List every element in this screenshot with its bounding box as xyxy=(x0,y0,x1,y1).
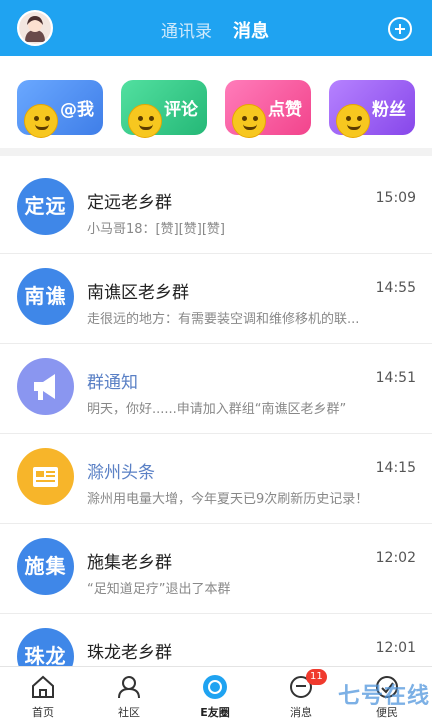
group-avatar: 定远 xyxy=(17,178,74,235)
community-icon xyxy=(118,676,140,699)
newspaper-icon xyxy=(17,448,74,505)
list-item[interactable]: 群通知 明天，你好......申请加入群组“南谯区老乡群” 14:51 xyxy=(0,344,432,434)
conversation-title: 施集老乡群 xyxy=(87,553,172,573)
conversation-time: 14:15 xyxy=(375,460,416,476)
list-item[interactable]: 南谯 南谯区老乡群 走很远的地方：有需要装空调和维修移机的联... 14:55 xyxy=(0,254,432,344)
nav-home[interactable]: 首页 xyxy=(0,667,86,720)
conversation-title: 群通知 xyxy=(87,373,138,393)
group-avatar: 施集 xyxy=(17,538,74,595)
friends-circle-icon xyxy=(203,675,227,699)
tile-mentions-label: @我 xyxy=(60,100,94,120)
conversation-preview: “足知道足疗”退出了本群 xyxy=(87,582,231,597)
conversation-time: 15:09 xyxy=(375,190,416,206)
add-icon[interactable] xyxy=(388,17,412,41)
conversation-title: 定远老乡群 xyxy=(87,193,172,213)
watermark: 七号在线 xyxy=(337,684,430,709)
tab-messages[interactable]: 消息 xyxy=(233,17,269,43)
conversation-time: 12:01 xyxy=(375,640,416,656)
smiley-icon xyxy=(232,104,266,138)
conversation-title: 南谯区老乡群 xyxy=(87,283,189,303)
conversation-preview: 明天，你好......申请加入群组“南谯区老乡群” xyxy=(87,402,347,417)
list-item[interactable]: 定远 定远老乡群 小马哥18：[赞][赞][赞] 15:09 xyxy=(0,164,432,254)
nav-messages-label: 消息 xyxy=(290,706,312,719)
megaphone-icon xyxy=(17,358,74,415)
top-bar: 通讯录 消息 xyxy=(0,0,432,56)
smiley-icon xyxy=(128,104,162,138)
conversation-preview: 走很远的地方：有需要装空调和维修移机的联... xyxy=(87,312,360,327)
nav-friends-label: E友圈 xyxy=(200,706,230,719)
quick-action-tiles: @我 评论 点赞 粉丝 xyxy=(0,56,432,156)
conversation-preview: 小马哥18：[赞][赞][赞] xyxy=(87,222,225,237)
tile-likes-label: 点赞 xyxy=(268,100,302,120)
conversation-time: 12:02 xyxy=(375,550,416,566)
tile-comments[interactable]: 评论 xyxy=(121,80,207,138)
tab-contacts[interactable]: 通讯录 xyxy=(161,17,212,42)
nav-home-label: 首页 xyxy=(32,706,54,719)
tile-mentions[interactable]: @我 xyxy=(17,80,103,138)
nav-friends[interactable]: E友圈 xyxy=(172,667,258,720)
nav-messages[interactable]: 11 消息 xyxy=(258,667,344,720)
tile-fans[interactable]: 粉丝 xyxy=(329,80,415,138)
tile-likes[interactable]: 点赞 xyxy=(225,80,311,138)
unread-badge: 11 xyxy=(306,669,327,685)
conversation-time: 14:51 xyxy=(375,370,416,386)
smiley-icon xyxy=(336,104,370,138)
conversation-time: 14:55 xyxy=(375,280,416,296)
home-icon xyxy=(32,675,54,698)
tile-fans-label: 粉丝 xyxy=(372,100,406,120)
conversation-preview: 滁州用电量大增，今年夏天已9次刷新历史记录！ xyxy=(87,492,369,507)
conversation-title: 珠龙老乡群 xyxy=(87,643,172,663)
tile-comments-label: 评论 xyxy=(164,100,198,120)
group-avatar: 南谯 xyxy=(17,268,74,325)
nav-community-label: 社区 xyxy=(118,706,140,719)
smiley-icon xyxy=(24,104,58,138)
list-item[interactable]: 滁州头条 滁州用电量大增，今年夏天已9次刷新历史记录！ 14:15 xyxy=(0,434,432,524)
user-avatar[interactable] xyxy=(17,10,53,46)
conversation-title: 滁州头条 xyxy=(87,463,155,483)
nav-community[interactable]: 社区 xyxy=(86,667,172,720)
list-item[interactable]: 施集 施集老乡群 “足知道足疗”退出了本群 12:02 xyxy=(0,524,432,614)
